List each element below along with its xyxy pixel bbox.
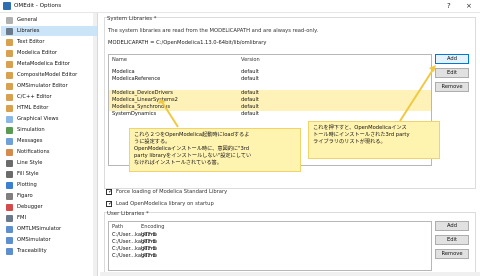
user-libraries-table[interactable]: Path Encoding C:/User...kage.mo UTF-8 C:… xyxy=(108,221,432,271)
table-row-encoding[interactable]: UTF-8 xyxy=(141,253,156,259)
compositemodel-editor-icon xyxy=(6,71,13,79)
sidebar-item-label: Plotting xyxy=(17,182,37,188)
sidebar-item-label: Simulation xyxy=(17,127,45,133)
sidebar-item-fmi[interactable]: FMI xyxy=(1,213,97,223)
html-editor-icon xyxy=(6,104,13,112)
general-icon xyxy=(6,16,13,24)
simulation-icon xyxy=(6,126,13,134)
sidebar-item-omsimulator[interactable]: OMSimulator xyxy=(1,235,97,245)
sidebar-item-fill-style[interactable]: Fill Style xyxy=(1,169,97,179)
sidebar-item-label: Graphical Views xyxy=(17,116,59,122)
sidebar-item-label: Messages xyxy=(17,138,43,144)
libraries-panel: System Libraries * The system libraries … xyxy=(100,13,480,276)
sidebar-item-modelica-editor[interactable]: Modelica Editor xyxy=(1,48,97,58)
sidebar-item-libraries[interactable]: Libraries xyxy=(1,26,97,36)
sidebar-item-label: Modelica Editor xyxy=(17,50,58,56)
sidebar-item-label: General xyxy=(17,17,38,23)
options-sidebar: General Libraries Text Editor Modelica E… xyxy=(0,13,98,276)
sidebar-item-label: MetaModelica Editor xyxy=(17,61,70,67)
column-header-encoding[interactable]: Encoding xyxy=(141,224,164,230)
arrow-right-to-add xyxy=(399,67,435,122)
window-title: OMEdit - Options xyxy=(14,3,62,9)
sidebar-item-label: OMSimulator xyxy=(17,237,51,243)
notifications-icon xyxy=(6,148,13,156)
debugger-icon xyxy=(6,203,13,211)
sidebar-item-compositemodel-editor[interactable]: CompositeModel Editor xyxy=(1,70,97,80)
sidebar-item-label: FMI xyxy=(17,215,26,221)
title-bar: OMEdit - Options ? × xyxy=(0,0,480,13)
sidebar-item-label: Notifications xyxy=(17,149,50,155)
omtlmsimulator-icon xyxy=(6,225,13,233)
figaro-icon xyxy=(6,192,13,200)
sidebar-item-label: Debugger xyxy=(17,204,43,210)
close-icon[interactable]: × xyxy=(466,2,472,10)
load-openmodelica-checkbox[interactable]: ✓ xyxy=(106,200,114,207)
add-user-library-button[interactable]: Add xyxy=(435,221,469,231)
sidebar-item-plotting[interactable]: Plotting xyxy=(1,180,97,190)
plotting-icon xyxy=(6,181,13,189)
sidebar-item-line-style[interactable]: Line Style xyxy=(1,158,97,168)
line-style-icon xyxy=(6,159,13,167)
graphical-views-icon xyxy=(6,115,13,123)
sidebar-item-label: Text Editor xyxy=(17,39,45,45)
sidebar-item-label: OMSimulator Editor xyxy=(17,83,68,89)
sidebar-item-omtlmsimulator[interactable]: OMTLMSimulator xyxy=(1,224,97,234)
messages-icon xyxy=(6,137,13,145)
load-openmodelica-label[interactable]: Load OpenModelica library on startup xyxy=(116,201,214,207)
sidebar-item-figaro[interactable]: Figaro xyxy=(1,191,97,201)
sidebar-item-notifications[interactable]: Notifications xyxy=(1,147,97,157)
libraries-icon xyxy=(6,27,13,35)
fill-style-icon xyxy=(6,170,13,178)
edit-user-library-button[interactable]: Edit xyxy=(435,235,469,245)
app-logo-icon xyxy=(3,2,11,10)
user-libraries-title: User Libraries * xyxy=(107,211,149,217)
sidebar-item-label: Line Style xyxy=(17,160,43,166)
sidebar-item-label: Libraries xyxy=(17,28,40,34)
arrow-left-to-rows xyxy=(161,101,179,128)
modelica-editor-icon xyxy=(6,49,13,57)
table-row-encoding[interactable]: UTF-8 xyxy=(141,232,156,238)
table-row-encoding[interactable]: UTF-8 xyxy=(141,246,156,252)
sidebar-item-label: Figaro xyxy=(17,193,33,199)
sidebar-item-label: Traceability xyxy=(17,248,47,254)
remove-user-library-button[interactable]: Remove xyxy=(435,249,469,259)
help-icon[interactable]: ? xyxy=(447,2,451,10)
sidebar-item-simulation[interactable]: Simulation xyxy=(1,125,97,135)
omsimulator-editor-icon xyxy=(6,82,13,90)
sidebar-item-label: OMTLMSimulator xyxy=(17,226,62,232)
checkmark-icon: ✓ xyxy=(108,200,114,207)
text-editor-icon xyxy=(6,38,13,46)
sidebar-item-label: HTML Editor xyxy=(17,105,49,111)
force-load-msl-label[interactable]: Force loading of Modelica Standard Libra… xyxy=(116,189,227,195)
sidebar-item-graphical-views[interactable]: Graphical Views xyxy=(1,114,97,124)
sidebar-item-label: C/C++ Editor xyxy=(17,94,52,100)
column-header-path[interactable]: Path xyxy=(112,224,123,230)
sidebar-item-messages[interactable]: Messages xyxy=(1,136,97,146)
sidebar-item-label: Fill Style xyxy=(17,171,39,177)
sidebar-item-traceability[interactable]: Traceability xyxy=(1,246,97,256)
sidebar-item-text-editor[interactable]: Text Editor xyxy=(1,37,97,47)
force-load-msl-checkbox[interactable]: ✓ xyxy=(106,188,114,195)
omsimulator-icon xyxy=(6,236,13,244)
metamodelica-editor-icon xyxy=(6,60,13,68)
sidebar-item-general[interactable]: General xyxy=(1,15,97,25)
sidebar-item-metamodelica-editor[interactable]: MetaModelica Editor xyxy=(1,59,97,69)
main-horizontal-scrollbar[interactable] xyxy=(100,272,480,276)
sidebar-item-html-editor[interactable]: HTML Editor xyxy=(1,103,97,113)
traceability-icon xyxy=(6,247,13,255)
sidebar-item-c-cpp-editor[interactable]: C/C++ Editor xyxy=(1,92,97,102)
fmi-icon xyxy=(6,214,13,222)
sidebar-item-label: CompositeModel Editor xyxy=(17,72,78,78)
table-row-encoding[interactable]: UTF-8 xyxy=(141,239,156,245)
sidebar-item-debugger[interactable]: Debugger xyxy=(1,202,97,212)
sidebar-item-omsimulator-editor[interactable]: OMSimulator Editor xyxy=(1,81,97,91)
c-cpp-editor-icon xyxy=(6,93,13,101)
checkmark-icon: ✓ xyxy=(108,188,114,195)
